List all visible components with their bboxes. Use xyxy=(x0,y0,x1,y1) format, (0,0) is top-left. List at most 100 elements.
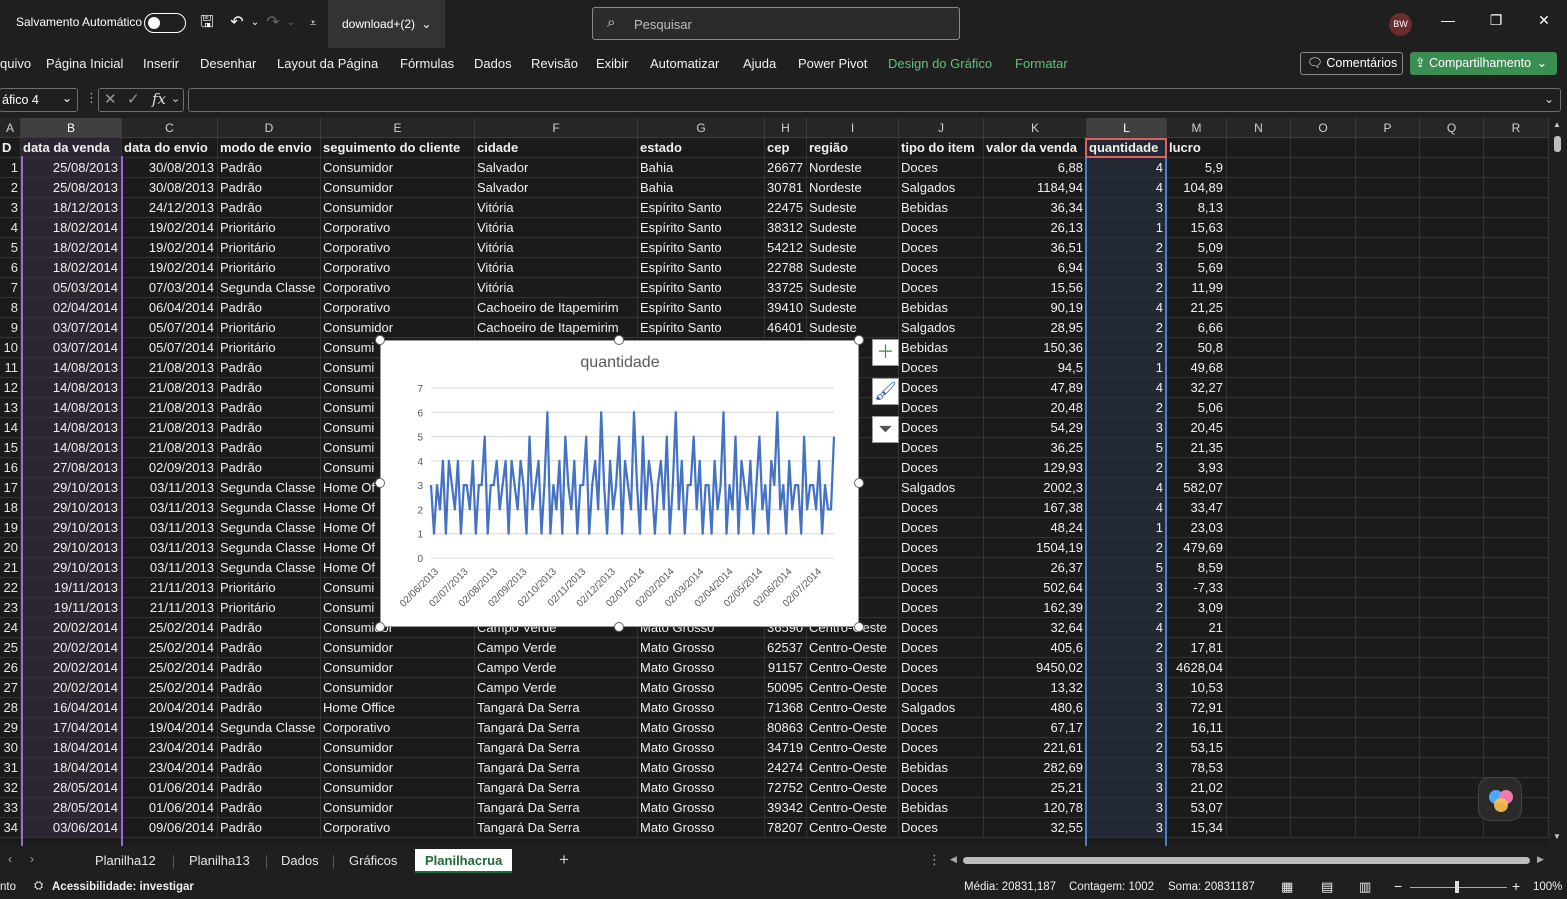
autosave-toggle[interactable] xyxy=(144,13,186,33)
cell[interactable]: Corporativo xyxy=(321,718,475,738)
cell[interactable]: Doces xyxy=(899,238,984,258)
cell[interactable] xyxy=(1356,518,1420,538)
cell[interactable] xyxy=(1227,258,1291,278)
cell[interactable]: 15,56 xyxy=(984,278,1087,298)
cell[interactable]: 80863 xyxy=(765,718,807,738)
cell[interactable]: 14/08/2013 xyxy=(21,438,122,458)
cell[interactable]: Tangará Da Serra xyxy=(475,778,638,798)
cell[interactable] xyxy=(1420,158,1484,178)
cell[interactable]: Bebidas xyxy=(899,198,984,218)
cell[interactable] xyxy=(1291,218,1356,238)
cell[interactable]: Vitória xyxy=(475,258,638,278)
cell[interactable]: 01/06/2014 xyxy=(122,778,218,798)
cell[interactable] xyxy=(1484,718,1549,738)
cell[interactable] xyxy=(1420,778,1484,798)
cell[interactable] xyxy=(1227,738,1291,758)
cell[interactable]: Centro-Oeste xyxy=(807,818,899,838)
cell[interactable]: 23,03 xyxy=(1167,518,1227,538)
cell[interactable]: 49,68 xyxy=(1167,358,1227,378)
cell[interactable]: 05/03/2014 xyxy=(21,278,122,298)
cell[interactable] xyxy=(1291,158,1356,178)
cell[interactable]: 2 xyxy=(1087,238,1167,258)
zoom-slider-thumb[interactable] xyxy=(1455,881,1459,893)
tab-revisao[interactable]: Revisão xyxy=(531,56,578,71)
cell[interactable]: Consumidor xyxy=(321,678,475,698)
cell[interactable]: 3 xyxy=(1087,798,1167,818)
cell[interactable] xyxy=(1420,638,1484,658)
cell[interactable]: Home Office xyxy=(321,698,475,718)
cell[interactable]: Consumidor xyxy=(321,798,475,818)
tab-arquivo[interactable]: quivo xyxy=(0,56,31,71)
cell[interactable]: Doces xyxy=(899,738,984,758)
cell[interactable] xyxy=(1420,318,1484,338)
cell[interactable] xyxy=(1291,818,1356,838)
cell[interactable]: Centro-Oeste xyxy=(807,738,899,758)
cell[interactable]: Bebidas xyxy=(899,338,984,358)
horizontal-scrollbar-thumb[interactable] xyxy=(963,857,1530,864)
cell[interactable]: 1504,19 xyxy=(984,538,1087,558)
cell[interactable] xyxy=(1420,578,1484,598)
cell[interactable]: 120,78 xyxy=(984,798,1087,818)
tab-inserir[interactable]: Inserir xyxy=(143,56,179,71)
cell[interactable] xyxy=(1356,718,1420,738)
row-header[interactable]: 10 xyxy=(0,338,21,358)
cell[interactable]: 479,69 xyxy=(1167,538,1227,558)
cell[interactable]: Doces xyxy=(899,158,984,178)
cell[interactable] xyxy=(1420,238,1484,258)
header-cell[interactable]: seguimento do cliente xyxy=(321,138,475,158)
cell[interactable]: Padrão xyxy=(218,738,321,758)
cell[interactable]: Centro-Oeste xyxy=(807,718,899,738)
name-box[interactable]: áfico 4 ⌄ xyxy=(0,88,78,112)
cell[interactable] xyxy=(1484,678,1549,698)
cell[interactable] xyxy=(1291,198,1356,218)
zoom-out-icon[interactable]: − xyxy=(1394,878,1402,894)
cell[interactable] xyxy=(1356,818,1420,838)
cell[interactable]: Tangará Da Serra xyxy=(475,798,638,818)
cell[interactable]: Padrão xyxy=(218,778,321,798)
cell[interactable] xyxy=(1420,618,1484,638)
cell[interactable]: 3 xyxy=(1087,778,1167,798)
cell[interactable] xyxy=(1420,738,1484,758)
cell[interactable]: 3 xyxy=(1087,658,1167,678)
cell[interactable] xyxy=(1291,418,1356,438)
cell[interactable] xyxy=(1356,398,1420,418)
header-cell[interactable] xyxy=(1420,138,1484,158)
sheet-tab-planilha13[interactable]: Planilha13 xyxy=(189,853,250,868)
cell[interactable] xyxy=(1356,418,1420,438)
comments-button[interactable]: 🗨 Comentários xyxy=(1300,52,1403,75)
cell[interactable]: Vitória xyxy=(475,198,638,218)
cell[interactable]: 8,13 xyxy=(1167,198,1227,218)
header-cell[interactable]: D xyxy=(0,138,21,158)
cell[interactable]: Doces xyxy=(899,578,984,598)
cell[interactable]: 19/02/2014 xyxy=(122,238,218,258)
cell[interactable] xyxy=(1227,458,1291,478)
cell[interactable]: Sudeste xyxy=(807,198,899,218)
copilot-icon[interactable] xyxy=(1478,777,1522,821)
cell[interactable] xyxy=(1227,318,1291,338)
cell[interactable]: 24274 xyxy=(765,758,807,778)
insert-function-icon[interactable]: fx xyxy=(152,90,166,108)
cell[interactable] xyxy=(1291,318,1356,338)
cell[interactable] xyxy=(1227,278,1291,298)
cell[interactable]: 50095 xyxy=(765,678,807,698)
cell[interactable]: Mato Grosso xyxy=(638,698,765,718)
cell[interactable]: Salvador xyxy=(475,158,638,178)
cell[interactable]: Padrão xyxy=(218,298,321,318)
column-header-f[interactable]: F xyxy=(475,118,638,138)
cell[interactable]: 21,35 xyxy=(1167,438,1227,458)
column-header-a[interactable]: A xyxy=(0,118,21,138)
cell[interactable]: Prioritário xyxy=(218,338,321,358)
header-cell[interactable]: lucro xyxy=(1167,138,1227,158)
cell[interactable]: Doces xyxy=(899,778,984,798)
cell[interactable]: 1 xyxy=(1087,358,1167,378)
header-cell[interactable]: data do envio xyxy=(122,138,218,158)
cell[interactable] xyxy=(1484,158,1549,178)
cell[interactable]: Sudeste xyxy=(807,278,899,298)
row-header[interactable]: 11 xyxy=(0,358,21,378)
cell[interactable] xyxy=(1227,798,1291,818)
cell[interactable]: 38312 xyxy=(765,218,807,238)
cell[interactable] xyxy=(1420,518,1484,538)
cell[interactable]: 27/08/2013 xyxy=(21,458,122,478)
cell[interactable] xyxy=(1291,698,1356,718)
row-header[interactable]: 13 xyxy=(0,398,21,418)
